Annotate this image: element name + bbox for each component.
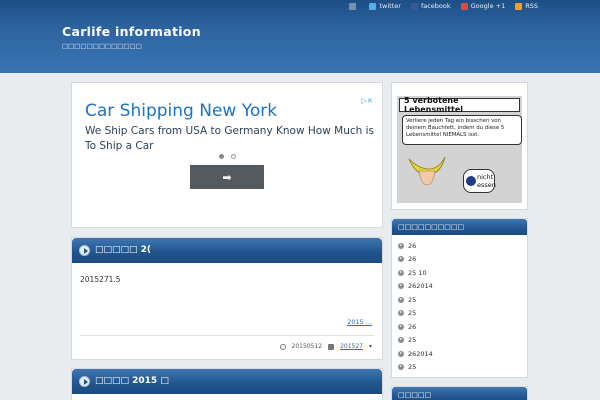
ad-choices-icon[interactable]: ▷✕ <box>360 97 374 105</box>
widget-list-item-label: 26 <box>408 255 417 264</box>
ad-body-text[interactable]: We Ship Cars from USA to Germany Know Ho… <box>85 124 375 154</box>
site-description: □□□□□□□□□□□□□ <box>62 42 142 50</box>
widget-list-item[interactable]: 262014 <box>398 347 433 361</box>
social-topbar: twitter facebook Google +1 RSS <box>349 0 600 12</box>
play-circle-icon <box>79 245 90 256</box>
widget-list-item[interactable]: 25 <box>398 293 433 307</box>
article-excerpt: 2015271.5 <box>80 275 121 284</box>
chevron-circle-icon <box>398 269 404 276</box>
article-title[interactable]: □□□□□ 2( <box>95 245 151 255</box>
article-meta: 20150512 201527 ▾ <box>279 343 372 350</box>
sidebar-widget-recent: □□□□□□□□□□ 26 26 25 10 262014 25 25 26 25 262014… <box>391 218 528 378</box>
ad-banner[interactable]: ▷✕ Car Shipping New York We Ship Cars fr… <box>71 82 383 228</box>
widget-header: □□□□□□□□□□ <box>392 219 527 235</box>
widget-list-item-label: 26 <box>408 322 417 331</box>
widget-header: □□□□□ <box>392 387 527 400</box>
widget-list-item-label: 26 <box>408 241 417 250</box>
widget-title: □□□□□ <box>398 391 432 399</box>
topbar-link-label: Google +1 <box>470 2 506 10</box>
clock-icon <box>279 343 286 350</box>
topbar-link-label: facebook <box>420 2 451 10</box>
widget-title: □□□□□□□□□□ <box>398 223 465 231</box>
chevron-circle-icon <box>398 296 404 303</box>
chevron-circle-icon <box>398 337 404 344</box>
sidebar-ad-cta-label: nicht essen <box>477 173 496 189</box>
chevron-circle-icon <box>398 350 404 357</box>
carousel-dot[interactable] <box>231 154 236 159</box>
topbar-link-facebook[interactable]: facebook <box>410 0 451 12</box>
widget-list-item[interactable]: 25 <box>398 307 433 321</box>
site-header: twitter facebook Google +1 RSS Carlife info… <box>0 0 600 73</box>
banana-hand-icon <box>408 156 446 186</box>
sidebar-ad-cta[interactable]: nicht essen <box>463 169 496 193</box>
chevron-circle-icon <box>398 310 404 317</box>
arrow-circle-icon <box>466 176 476 186</box>
chevron-circle-icon <box>398 256 404 263</box>
article-title[interactable]: □□□□ 2015 □ <box>95 376 169 386</box>
divider <box>80 335 374 336</box>
category-link[interactable]: 201527 <box>340 343 363 350</box>
widget-list-item[interactable]: 25 10 <box>398 266 433 280</box>
widget-list-item[interactable]: 26 <box>398 253 433 267</box>
widget-list-item-label: 262014 <box>408 282 433 291</box>
sidebar-ad-title[interactable]: 5 verbotene Lebensmittel <box>399 96 520 114</box>
chevron-circle-icon <box>398 242 404 249</box>
post-date: 20150512 <box>291 343 323 350</box>
play-circle-icon <box>79 376 90 387</box>
topbar-link-label: twitter <box>379 2 401 10</box>
topbar-link-google-1[interactable]: Google +1 <box>460 0 506 12</box>
topbar-link-label: RSS <box>525 2 538 10</box>
sidebar-ad[interactable]: 5 verbotene Lebensmittel Verliere jeden … <box>391 82 528 210</box>
widget-list-item[interactable]: 25 <box>398 361 433 375</box>
twitter-icon <box>369 2 377 10</box>
topbar-link-rss[interactable]: RSS <box>515 0 538 12</box>
tag-suffix: ▾ <box>368 343 372 350</box>
rss-square-icon <box>349 2 357 10</box>
article-post-2: □□□□ 2015 □ <box>71 368 383 400</box>
widget-list-item[interactable]: 262014 <box>398 280 433 294</box>
widget-list-item-label: 25 <box>408 363 417 372</box>
topbar-link-twitter[interactable]: twitter <box>369 0 401 12</box>
widget-list: 26 26 25 10 262014 25 25 26 25 262014 25 <box>398 239 433 374</box>
article-header: □□□□ 2015 □ <box>72 369 382 394</box>
article-header: □□□□□ 2( <box>72 238 382 263</box>
chevron-circle-icon <box>398 364 404 371</box>
widget-list-item-label: 25 <box>408 295 417 304</box>
widget-list-item[interactable]: 26 <box>398 320 433 334</box>
widget-list-item-label: 25 <box>408 309 417 318</box>
carousel-dot-active[interactable] <box>219 154 224 159</box>
read-more-link[interactable]: 2015 ... <box>347 318 372 326</box>
google-plus-icon <box>460 2 468 10</box>
widget-list-item[interactable]: 25 <box>398 334 433 348</box>
facebook-icon <box>410 2 418 10</box>
chevron-circle-icon <box>398 283 404 290</box>
folder-icon <box>328 343 335 350</box>
widget-list-item[interactable]: 26 <box>398 239 433 253</box>
sidebar-widget-2: □□□□□ <box>391 386 528 400</box>
site-title[interactable]: Carlife information <box>62 24 201 39</box>
ad-carousel-dots <box>219 154 236 159</box>
widget-list-item-label: 262014 <box>408 349 433 358</box>
chevron-circle-icon <box>398 323 404 330</box>
ad-title[interactable]: Car Shipping New York <box>85 101 277 121</box>
article-post: □□□□□ 2( 2015271.5 2015 ... 20150512 201… <box>71 237 383 360</box>
widget-list-item-label: 25 10 <box>408 268 427 277</box>
topbar-link-feed[interactable] <box>349 0 359 12</box>
sidebar-ad-text: Verliere jeden Tag ein bisschen von dein… <box>402 115 522 145</box>
widget-list-item-label: 25 <box>408 336 417 345</box>
rss-icon <box>515 2 523 10</box>
ad-arrow-button[interactable]: ➡ <box>190 165 264 189</box>
sidebar-ad-image[interactable]: 5 verbotene Lebensmittel Verliere jeden … <box>397 96 522 203</box>
